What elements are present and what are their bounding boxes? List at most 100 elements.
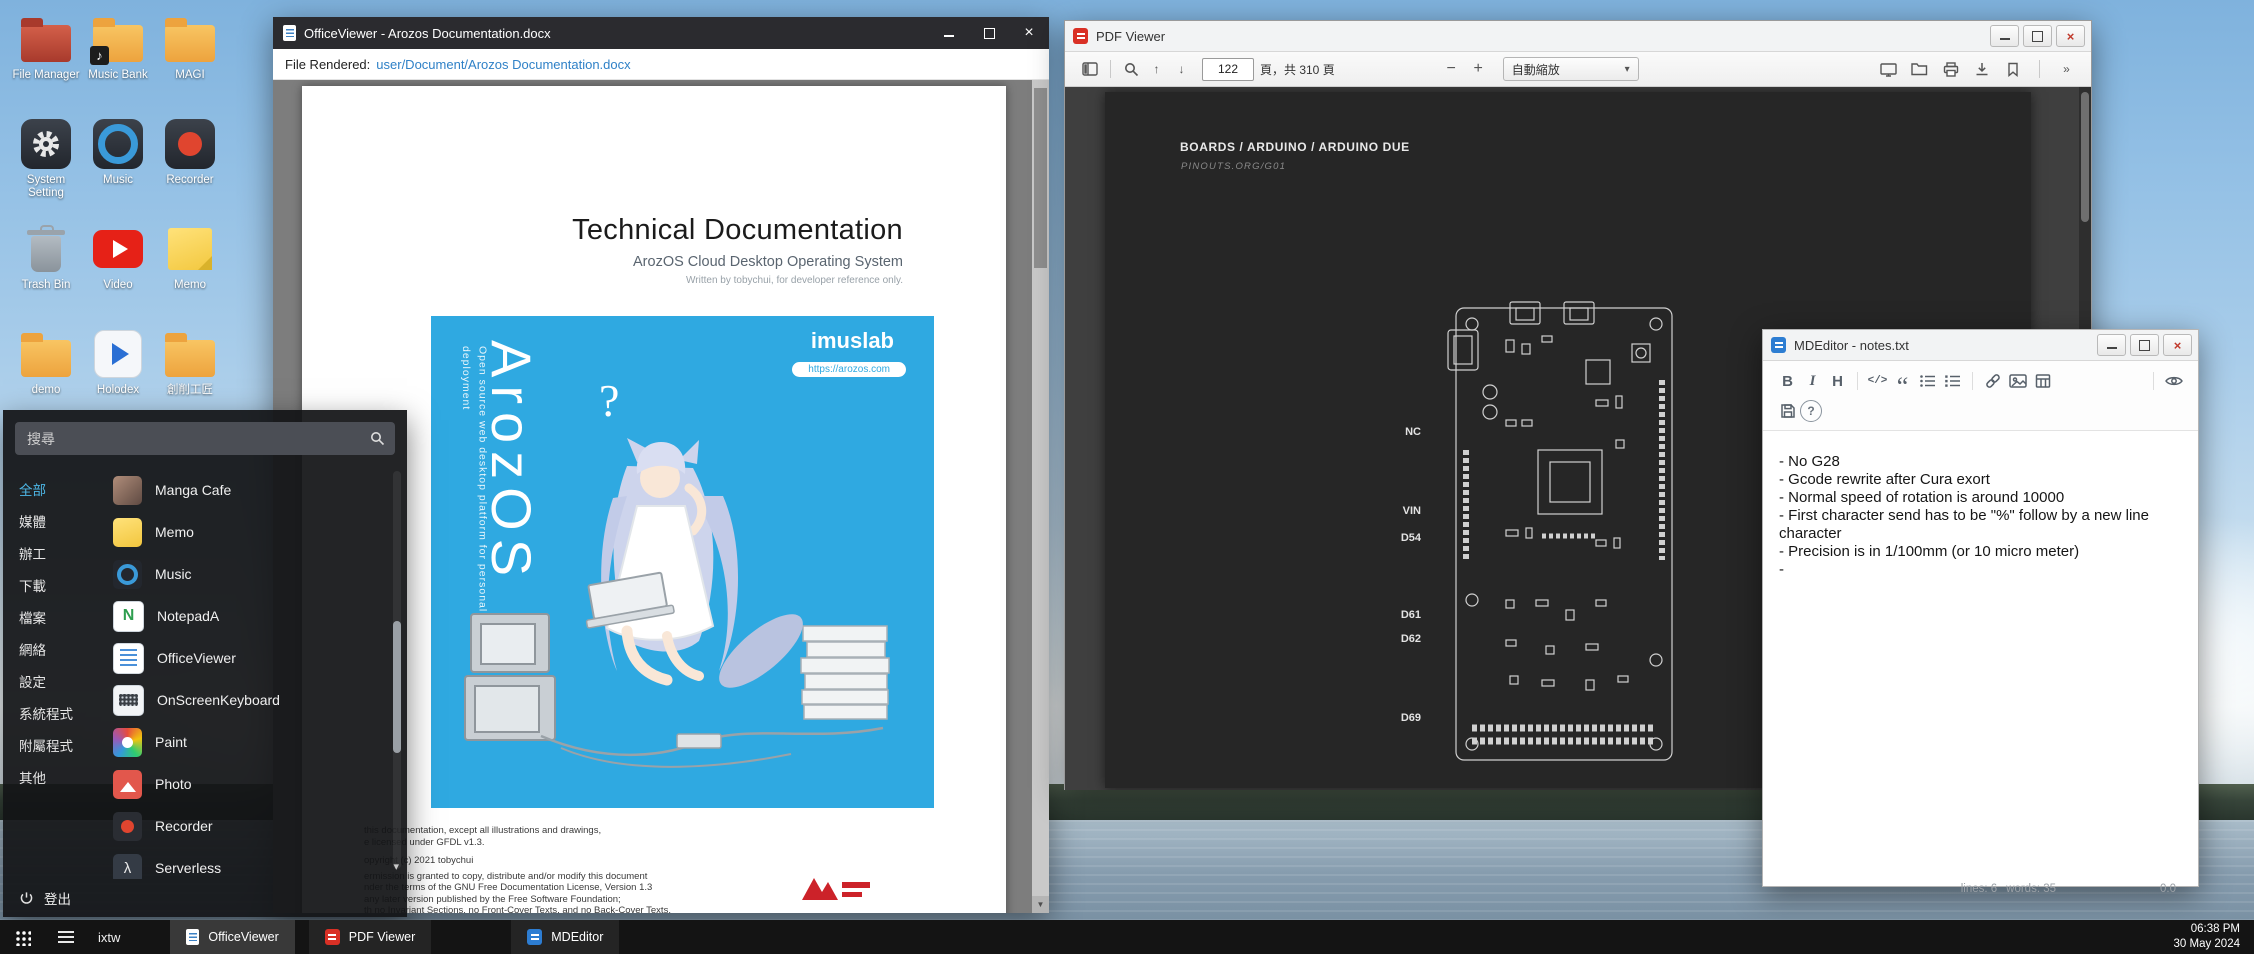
desktop-icon-label: Trash Bin: [22, 279, 71, 292]
minimize-button[interactable]: [1990, 25, 2019, 47]
category-network[interactable]: 網絡: [3, 635, 103, 667]
file-rendered-link[interactable]: user/Document/Arozos Documentation.docx: [376, 57, 630, 72]
task-mdeditor[interactable]: MDEditor: [511, 920, 619, 954]
gear-icon: [19, 117, 73, 171]
desktop-icon-workshop[interactable]: 創削工匠: [154, 327, 226, 419]
logout-button[interactable]: 登出: [3, 879, 407, 917]
link-button[interactable]: [1980, 369, 2005, 393]
save-button[interactable]: [1775, 399, 1800, 423]
heading-button[interactable]: H: [1825, 369, 1850, 393]
app-item-serverless[interactable]: λ Serverless: [103, 847, 407, 879]
category-office[interactable]: 辦工: [3, 539, 103, 571]
previous-page-button[interactable]: ↑: [1144, 57, 1169, 82]
table-button[interactable]: [2030, 369, 2055, 393]
document-subtitle: ArozOS Cloud Desktop Operating System: [572, 254, 903, 270]
app-item-notepada[interactable]: N NotepadA: [103, 595, 407, 637]
close-button[interactable]: ×: [1009, 17, 1049, 49]
help-button[interactable]: ?: [1800, 400, 1822, 422]
scrollbar[interactable]: ▾: [393, 471, 401, 869]
category-settings[interactable]: 設定: [3, 667, 103, 699]
serverless-icon: λ: [113, 854, 142, 880]
image-button[interactable]: [2005, 369, 2030, 393]
category-all[interactable]: 全部: [3, 475, 103, 507]
markdown-editor-text[interactable]: - No G28 - Gcode rewrite after Cura exor…: [1763, 431, 2198, 579]
desktop-icon-trash-bin[interactable]: Trash Bin: [10, 222, 82, 314]
start-menu-search[interactable]: [15, 422, 395, 455]
zoom-in-button[interactable]: +: [1466, 57, 1491, 82]
desktop-icon-holodex[interactable]: Holodex: [82, 327, 154, 419]
desktop-icon-music[interactable]: Music: [82, 117, 154, 209]
category-system[interactable]: 系統程式: [3, 699, 103, 731]
app-item-photo[interactable]: Photo: [103, 763, 407, 805]
preview-eye-button[interactable]: [2161, 369, 2186, 393]
pdf-titlebar[interactable]: PDF Viewer ×: [1065, 21, 2091, 52]
sidebar-toggle-icon[interactable]: [1077, 57, 1102, 82]
bold-button[interactable]: B: [1775, 369, 1800, 393]
maximize-button[interactable]: [969, 17, 1009, 49]
start-menu-app-list: Manga Cafe Memo Music N NotepadA OfficeV…: [103, 461, 407, 879]
scrollbar-thumb[interactable]: [2081, 92, 2089, 222]
download-icon[interactable]: [1969, 57, 1994, 82]
officeviewer-titlebar[interactable]: OfficeViewer - Arozos Documentation.docx…: [273, 17, 1049, 49]
category-media[interactable]: 媒體: [3, 507, 103, 539]
minimize-button[interactable]: [929, 17, 969, 49]
presentation-mode-icon[interactable]: [1876, 57, 1901, 82]
desktop-icon-system-setting[interactable]: System Setting: [10, 117, 82, 209]
desktop-icon-recorder[interactable]: Recorder: [154, 117, 226, 209]
next-page-button[interactable]: ↓: [1169, 57, 1194, 82]
quote-button[interactable]: “: [1890, 363, 1915, 399]
page-number-input[interactable]: [1202, 58, 1254, 81]
desktop-icon-magi[interactable]: MAGI: [154, 12, 226, 104]
print-icon[interactable]: [1938, 57, 1963, 82]
scrollbar[interactable]: ▼: [1032, 80, 1049, 913]
unordered-list-button[interactable]: [1915, 369, 1940, 393]
app-item-memo[interactable]: Memo: [103, 511, 407, 553]
desktop-icon-label: demo: [32, 384, 61, 397]
task-officeviewer[interactable]: OfficeViewer: [170, 920, 294, 954]
desktop-icon-file-manager[interactable]: File Manager: [10, 12, 82, 104]
desktop-icon-memo[interactable]: Memo: [154, 222, 226, 314]
app-item-music[interactable]: Music: [103, 553, 407, 595]
category-others[interactable]: 其他: [3, 763, 103, 795]
scroll-down-button[interactable]: ▼: [1032, 896, 1049, 913]
category-download[interactable]: 下載: [3, 571, 103, 603]
pdf-source-line: PINOUTS.ORG/G01: [1181, 161, 1286, 172]
zoom-out-button[interactable]: −: [1439, 57, 1464, 82]
category-accessories[interactable]: 附屬程式: [3, 731, 103, 763]
app-item-onscreenkeyboard[interactable]: OnScreenKeyboard: [103, 679, 407, 721]
ordered-list-button[interactable]: [1940, 369, 1965, 393]
search-input[interactable]: [25, 430, 370, 448]
zoom-select[interactable]: 自動縮放 ▾: [1503, 57, 1639, 81]
task-pdf-viewer[interactable]: PDF Viewer: [309, 920, 431, 954]
bookmark-icon[interactable]: [2000, 57, 2025, 82]
desktop-icon-demo[interactable]: demo: [10, 327, 82, 419]
desktop-icon-label: MAGI: [175, 69, 204, 82]
italic-button[interactable]: I: [1800, 369, 1825, 393]
scrollbar-thumb[interactable]: [1034, 88, 1047, 268]
minimize-button[interactable]: [2097, 334, 2126, 356]
app-item-officeviewer[interactable]: OfficeViewer: [103, 637, 407, 679]
open-file-icon[interactable]: [1907, 57, 1932, 82]
close-button[interactable]: ×: [2056, 25, 2085, 47]
desktop-icon-video[interactable]: Video: [82, 222, 154, 314]
app-item-paint[interactable]: Paint: [103, 721, 407, 763]
more-tools-icon[interactable]: »: [2054, 57, 2079, 82]
search-icon[interactable]: [1119, 57, 1144, 82]
start-button[interactable]: [0, 920, 44, 954]
desktop-icon-music-bank[interactable]: ♪ Music Bank: [82, 12, 154, 104]
mdeditor-titlebar[interactable]: MDEditor - notes.txt ×: [1763, 330, 2198, 361]
lines-count: lines: 6: [1961, 883, 1997, 895]
maximize-button[interactable]: [2023, 25, 2052, 47]
code-button[interactable]: </>: [1865, 369, 1890, 393]
menu-button[interactable]: [44, 920, 88, 954]
officeviewer-icon: [113, 643, 144, 674]
mdeditor-window-title: MDEditor - notes.txt: [1794, 338, 2093, 353]
desktop-icon-label: 創削工匠: [167, 384, 213, 397]
maximize-button[interactable]: [2130, 334, 2159, 356]
app-item-recorder[interactable]: Recorder: [103, 805, 407, 847]
close-button[interactable]: ×: [2163, 334, 2192, 356]
category-files[interactable]: 檔案: [3, 603, 103, 635]
scrollbar-thumb[interactable]: [393, 621, 401, 753]
app-item-manga-cafe[interactable]: Manga Cafe: [103, 469, 407, 511]
desktop-icon-label: Holodex: [97, 384, 139, 397]
